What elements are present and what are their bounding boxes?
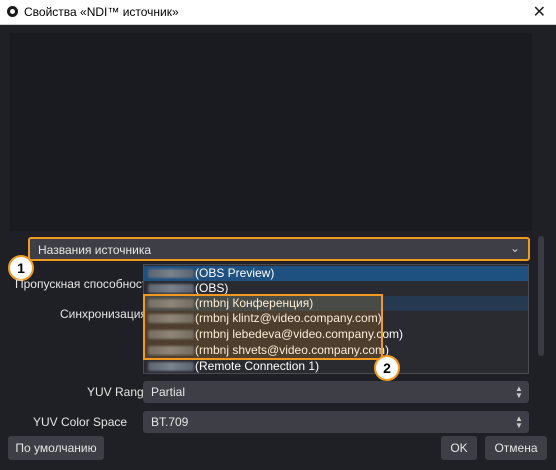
yuv-color-space-label: YUV Color Space [33, 415, 128, 429]
source-preview [10, 33, 532, 231]
sync-label: Синхронизация [60, 307, 147, 321]
close-icon[interactable]: ✕ [533, 2, 546, 22]
source-dropdown-list[interactable]: (OBS Preview) (OBS) (rmbnj Конференция) … [143, 264, 529, 374]
redacted-name [148, 269, 194, 278]
window-title: Свойства «NDI™ источник» [24, 5, 179, 19]
redacted-name [148, 346, 194, 355]
list-item[interactable]: (OBS Preview) [144, 266, 528, 281]
spin-arrows-icon: ▲ ▼ [515, 384, 523, 400]
redacted-name [148, 314, 194, 323]
list-item[interactable]: (rmbnj Конференция) [144, 296, 528, 311]
spin-arrows-icon: ▲ ▼ [515, 414, 523, 430]
defaults-button[interactable]: По умолчанию [8, 436, 104, 460]
list-item[interactable]: (rmbnj lebedeva@video.company.com) [144, 327, 528, 342]
yuv-range-value: Partial [151, 385, 186, 399]
redacted-name [148, 284, 194, 293]
chevron-down-icon: ⌄ [509, 241, 520, 255]
redacted-name [148, 330, 194, 339]
list-item[interactable]: (rmbnj klintz@video.company.com) [144, 311, 528, 326]
source-name-label: Названия источника [38, 243, 152, 257]
ok-button[interactable]: OK [441, 436, 477, 460]
yuv-color-space-select[interactable]: BT.709 ▲ ▼ [143, 411, 529, 433]
yuv-range-select[interactable]: Partial ▲ ▼ [143, 381, 529, 403]
bandwidth-label: Пропускная способность [15, 277, 154, 291]
title-bar: Свойства «NDI™ источник» ✕ [0, 0, 556, 25]
redacted-name [148, 299, 194, 308]
cancel-button[interactable]: Отмена [485, 436, 547, 460]
source-name-select[interactable]: Названия источника ⌄ [28, 237, 530, 261]
redacted-name [148, 362, 194, 371]
list-item[interactable]: (OBS) [144, 281, 528, 296]
yuv-range-label: YUV Range [87, 385, 151, 399]
obs-logo-icon [7, 6, 18, 17]
list-item[interactable]: (rmbnj shvets@video.company.com) [144, 343, 528, 358]
callout-badge-2: 2 [374, 355, 400, 381]
yuv-color-space-value: BT.709 [151, 415, 189, 429]
list-item[interactable]: (Remote Connection 1) [144, 359, 528, 373]
scrollbar-thumb[interactable] [538, 236, 544, 356]
